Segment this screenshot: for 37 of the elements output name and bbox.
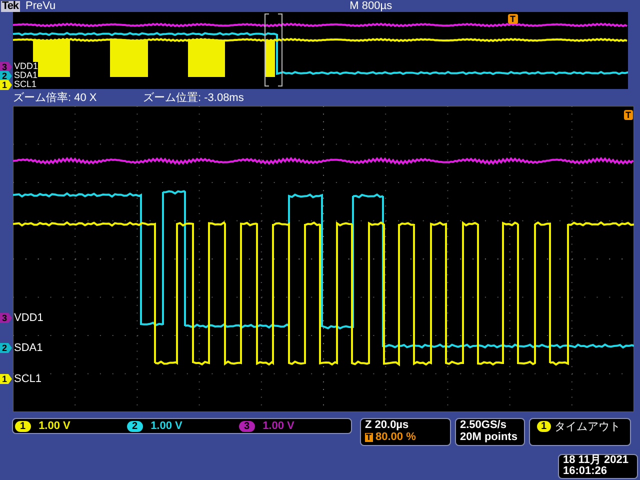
channel-badge: 2 [127, 420, 143, 432]
mode-label: PreVu [26, 0, 56, 12]
channel-label: SCL1 [14, 374, 42, 385]
channel-scale: 1.00 V [38, 418, 70, 434]
channel-marker[interactable]: 2 [0, 71, 12, 81]
channel-scale: 1.00 V [150, 418, 182, 434]
trigger-marker: T [508, 14, 518, 24]
trigger-marker: T [624, 110, 633, 120]
record-length: 20M points [460, 431, 518, 443]
time-label: 16:01:26 [563, 466, 608, 477]
channel-label: SDA1 [14, 343, 43, 354]
sample-rate: 2.50GS/s [460, 419, 508, 431]
channel-badge: 1 [537, 421, 551, 432]
trigger-type: タイムアウト [554, 421, 621, 433]
trigger-panel[interactable]: 1 タイムアウト [529, 418, 631, 446]
zoom-position: ズーム位置: -3.08ms [143, 92, 244, 104]
trigger-position: 80.00 % [376, 431, 416, 443]
acquisition-panel[interactable]: 2.50GS/s 20M points [455, 418, 525, 446]
channel-scale-panel[interactable]: 1 1.00 V 2 1.00 V 3 1.00 V [12, 418, 352, 434]
brand-logo: Tek [1, 0, 20, 12]
zoom-bracket[interactable] [264, 14, 282, 86]
date-label: 18 11月 2021 [563, 455, 630, 466]
channel-label: SDA1 [14, 71, 38, 80]
timebase-label: M 800µs [350, 0, 392, 12]
channel-label: VDD1 [14, 313, 44, 324]
channel-label: SCL1 [14, 80, 37, 89]
horizontal-scale: Z 20.0µs [365, 419, 410, 431]
channel-scale: 1.00 V [262, 418, 294, 434]
channel-marker[interactable]: 1 [0, 374, 12, 384]
channel-marker[interactable]: 1 [0, 80, 12, 90]
trigger-badge: T [365, 432, 372, 442]
channel-marker[interactable]: 2 [0, 343, 12, 353]
channel-badge: 3 [239, 420, 255, 432]
horizontal-panel[interactable]: Z 20.0µs T 80.00 % [360, 418, 451, 446]
channel-badge: 1 [15, 420, 31, 432]
zoom-factor: ズーム倍率: 40 X [13, 92, 98, 104]
channel-label: VDD1 [14, 62, 38, 71]
